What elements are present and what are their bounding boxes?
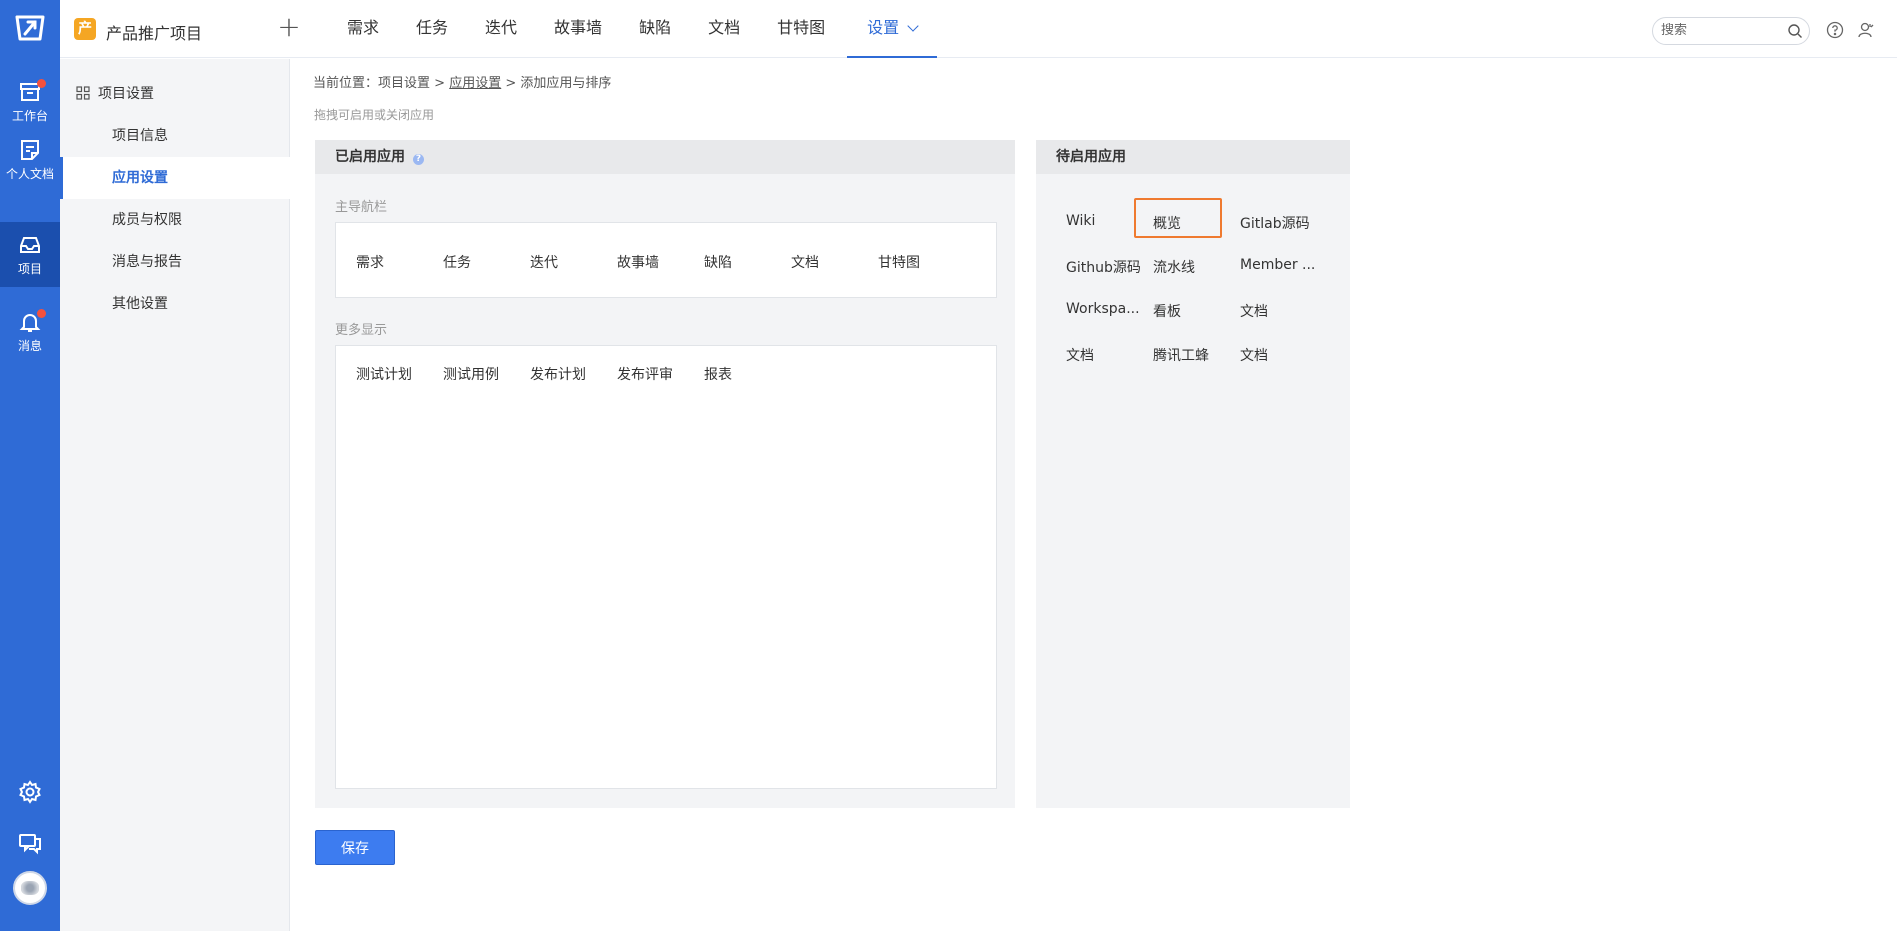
chat-button[interactable]	[0, 823, 60, 863]
tab-label: 甘特图	[777, 18, 826, 37]
sidebar-item-notifications[interactable]: 消息与报告	[60, 241, 290, 283]
breadcrumb-project-settings: 项目设置	[378, 76, 431, 91]
rail-item-messages[interactable]: 消息	[0, 300, 60, 362]
rail-label: 个人文档	[5, 166, 54, 181]
breadcrumb-separator: >	[505, 76, 517, 91]
enabled-apps-panel: 已启用应用? 主导航栏 需求 任务 迭代 故事墙 缺陷 文档 甘特图 更多显示 …	[315, 140, 1015, 808]
settings-heading: 项目设置	[76, 83, 154, 103]
tab-requirements[interactable]: 需求	[328, 0, 397, 58]
app-item[interactable]: 文档	[791, 252, 819, 272]
settings-title: 项目设置	[98, 86, 154, 102]
app-item[interactable]: Workspa...	[1066, 301, 1140, 317]
app-logo-icon[interactable]	[14, 14, 46, 42]
rail-item-workbench[interactable]: 工作台	[0, 70, 60, 132]
rail-label: 项目	[17, 262, 42, 276]
tab-label: 缺陷	[639, 18, 672, 37]
main-nav-title: 主导航栏	[335, 200, 388, 215]
more-display-dropzone[interactable]: 测试计划 测试用例 发布计划 发布评审 报表	[335, 345, 997, 789]
notification-dot	[37, 309, 46, 318]
pending-apps-panel[interactable]: 待启用应用 Wiki 概览 Gitlab源码 Github源码 流水线 Memb…	[1036, 140, 1350, 808]
chevron-down-icon	[907, 20, 919, 32]
settings-button[interactable]	[0, 772, 60, 812]
app-item[interactable]: 发布评审	[617, 364, 673, 384]
app-item[interactable]: Gitlab源码	[1240, 213, 1310, 233]
enabled-apps-header: 已启用应用?	[315, 140, 1015, 174]
project-badge: 产	[74, 18, 96, 40]
project-name[interactable]: 产品推广项目	[106, 20, 202, 44]
gear-icon	[19, 780, 41, 804]
app-item[interactable]: 任务	[443, 252, 471, 272]
left-rail: 工作台 个人文档 项目 消息	[0, 0, 60, 931]
app-item[interactable]: Wiki	[1066, 213, 1095, 229]
app-item[interactable]: 需求	[356, 252, 384, 272]
app-item[interactable]: Github源码	[1066, 257, 1141, 277]
breadcrumb-separator: >	[434, 76, 446, 91]
note-icon	[21, 139, 39, 160]
tab-iterations[interactable]: 迭代	[466, 0, 535, 58]
sidebar-item-members[interactable]: 成员与权限	[60, 199, 290, 241]
app-item[interactable]: 文档	[1240, 345, 1268, 365]
app-item[interactable]: 报表	[704, 364, 732, 384]
breadcrumb: 当前位置：项目设置 > 应用设置 > 添加应用与排序	[313, 72, 611, 91]
top-nav: 需求 任务 迭代 故事墙 缺陷 文档 甘特图 设置	[328, 0, 938, 58]
tab-docs[interactable]: 文档	[689, 0, 758, 58]
rail-label: 工作台	[11, 108, 48, 123]
tab-label: 任务	[416, 18, 449, 37]
user-notification-icon[interactable]	[1857, 21, 1875, 39]
settings-sidebar: 项目设置 项目信息 应用设置 成员与权限 消息与报告 其他设置	[60, 59, 290, 931]
sidebar-item-project-info[interactable]: 项目信息	[60, 115, 290, 157]
chat-icon	[19, 834, 41, 855]
app-item-highlighted[interactable]: 概览	[1153, 213, 1181, 233]
app-item[interactable]: Member ...	[1240, 257, 1315, 273]
sidebar-item-other[interactable]: 其他设置	[60, 283, 290, 325]
breadcrumb-current: 添加应用与排序	[520, 76, 612, 91]
app-item[interactable]: 文档	[1240, 301, 1268, 321]
app-item[interactable]: 流水线	[1153, 257, 1195, 277]
rail-item-project[interactable]: 项目	[0, 222, 60, 287]
app-item[interactable]: 测试用例	[443, 364, 499, 384]
tab-gantt[interactable]: 甘特图	[758, 0, 843, 58]
inbox-icon	[20, 237, 40, 253]
grid-icon	[76, 86, 90, 100]
question-icon[interactable]: ?	[413, 154, 424, 165]
panel-title: 已启用应用	[335, 149, 405, 165]
app-item[interactable]: 迭代	[530, 252, 558, 272]
notification-dot	[37, 79, 46, 88]
app-item[interactable]: 甘特图	[878, 252, 920, 272]
app-item[interactable]: 文档	[1066, 345, 1094, 365]
app-item[interactable]: 发布计划	[530, 364, 586, 384]
save-button[interactable]: 保存	[315, 830, 395, 865]
add-button[interactable]: +	[274, 13, 304, 43]
top-header: 产 产品推广项目 + 需求 任务 迭代 故事墙 缺陷 文档 甘特图 设置	[60, 0, 1897, 58]
tab-label: 迭代	[485, 18, 518, 37]
tab-label: 文档	[708, 18, 741, 37]
app-item[interactable]: 缺陷	[704, 252, 732, 272]
app-item[interactable]: 看板	[1153, 301, 1181, 321]
breadcrumb-prefix: 当前位置：	[313, 76, 379, 91]
avatar[interactable]	[13, 871, 47, 905]
rail-item-personal-docs[interactable]: 个人文档	[0, 128, 60, 190]
main-nav-dropzone[interactable]: 需求 任务 迭代 故事墙 缺陷 文档 甘特图	[335, 222, 997, 298]
tab-defects[interactable]: 缺陷	[620, 0, 689, 58]
tab-label: 设置	[867, 18, 900, 37]
search-input[interactable]	[1661, 23, 1781, 38]
drag-hint: 拖拽可启用或关闭应用	[314, 108, 435, 122]
tab-label: 需求	[347, 18, 380, 37]
search-box	[1652, 17, 1810, 45]
app-item[interactable]: 腾讯工蜂	[1153, 345, 1209, 365]
breadcrumb-app-settings-link[interactable]: 应用设置	[449, 76, 501, 91]
sidebar-item-app-settings[interactable]: 应用设置	[60, 157, 290, 199]
pending-apps-header: 待启用应用	[1036, 140, 1350, 174]
help-icon[interactable]	[1826, 21, 1844, 39]
search-icon[interactable]	[1787, 23, 1803, 39]
app-item[interactable]: 故事墙	[617, 252, 659, 272]
tab-label: 故事墙	[554, 18, 603, 37]
app-item[interactable]: 测试计划	[356, 364, 412, 384]
more-display-title: 更多显示	[335, 323, 388, 338]
tab-story-wall[interactable]: 故事墙	[535, 0, 620, 58]
tab-tasks[interactable]: 任务	[397, 0, 466, 58]
rail-label: 消息	[17, 338, 42, 353]
tab-settings[interactable]: 设置	[847, 0, 938, 58]
